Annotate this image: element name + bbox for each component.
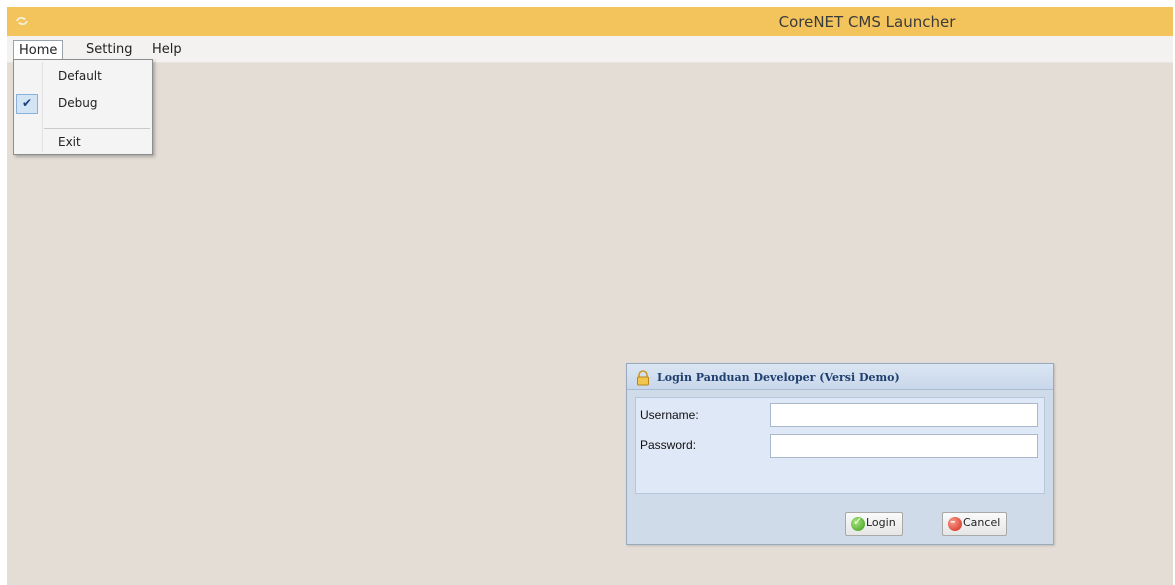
cancel-button[interactable]: – Cancel [942, 512, 1008, 536]
menu-bar: Home Setting Help [7, 36, 1173, 63]
menu-separator [44, 128, 150, 129]
login-panel: Login Panduan Developer (Versi Demo) Use… [626, 363, 1054, 545]
username-label: Username: [640, 408, 699, 422]
menu-item-label: Debug [58, 96, 98, 110]
menu-item-exit[interactable]: Exit [14, 132, 152, 154]
checkmark-icon: ✔ [16, 94, 38, 114]
cancel-icon: – [948, 515, 962, 531]
app-window: CoreNET CMS Launcher Home Setting Help D… [7, 7, 1173, 585]
menu-item-label: Exit [58, 135, 81, 149]
ok-icon: ✓ [851, 515, 865, 531]
login-button[interactable]: ✓ Login [845, 512, 903, 536]
menu-home[interactable]: Home [13, 40, 64, 60]
lock-icon [635, 370, 651, 386]
login-form: Username: Password: [635, 397, 1045, 494]
login-button-label: Login [866, 516, 896, 529]
password-label: Password: [640, 438, 697, 452]
menu-item-default[interactable]: Default [14, 66, 152, 88]
login-panel-title: Login Panduan Developer (Versi Demo) [657, 371, 900, 384]
menu-help[interactable]: Help [147, 40, 187, 60]
home-dropdown-menu: Default ✔ Debug Exit [13, 59, 153, 155]
password-input[interactable] [770, 434, 1038, 458]
menu-setting[interactable]: Setting [81, 40, 138, 60]
window-title: CoreNET CMS Launcher [778, 13, 956, 31]
title-bar[interactable]: CoreNET CMS Launcher [7, 7, 1173, 36]
username-input[interactable] [770, 403, 1038, 427]
login-panel-header: Login Panduan Developer (Versi Demo) [627, 364, 1053, 390]
menu-item-label: Default [58, 69, 102, 83]
app-logo-icon[interactable] [14, 13, 30, 29]
menu-item-debug[interactable]: ✔ Debug [14, 93, 152, 115]
cancel-button-label: Cancel [963, 516, 1001, 529]
